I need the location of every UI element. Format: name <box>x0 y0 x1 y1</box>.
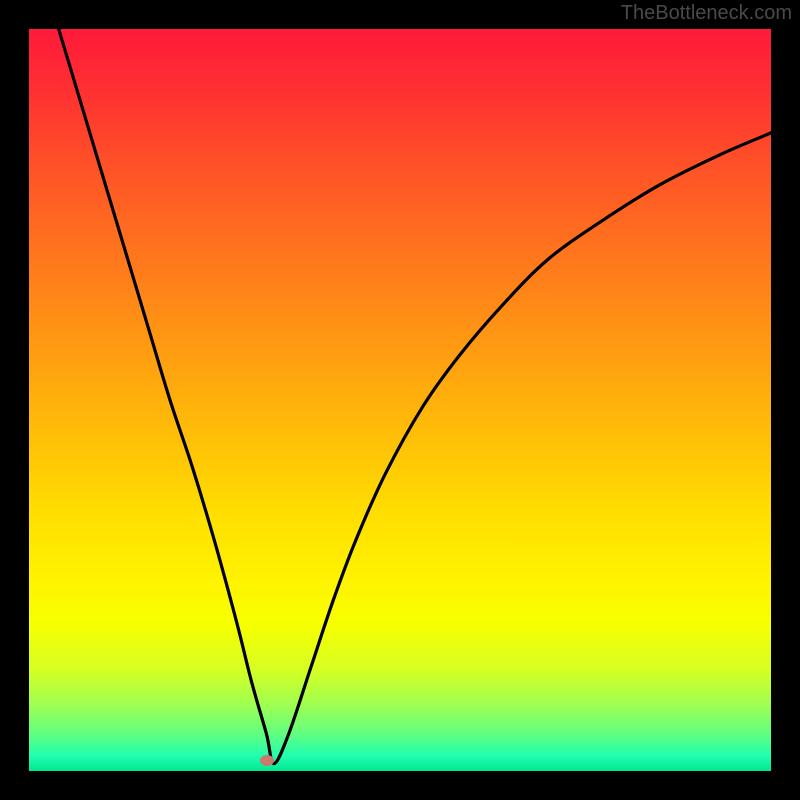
attribution-text: TheBottleneck.com <box>621 2 792 25</box>
chart-frame: TheBottleneck.com <box>0 0 800 800</box>
plot-area <box>29 29 771 771</box>
curve-path <box>59 29 771 764</box>
bottleneck-curve <box>29 29 771 771</box>
optimal-marker <box>260 755 274 766</box>
